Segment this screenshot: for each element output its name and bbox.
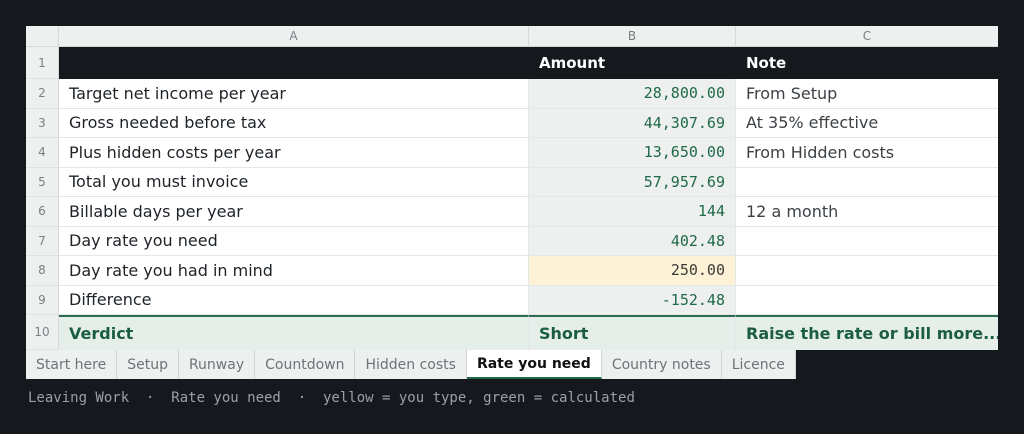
tab-runway[interactable]: Runway [178, 350, 256, 379]
row-number[interactable]: 6 [26, 197, 59, 227]
note-cell[interactable]: 12 a month [736, 197, 998, 227]
header-cell-a[interactable] [59, 47, 529, 79]
row-number[interactable]: 7 [26, 226, 59, 256]
status-caption: Leaving Work · Rate you need · yellow = … [28, 390, 635, 406]
tab-start-here[interactable]: Start here [26, 350, 118, 379]
note-cell[interactable] [736, 168, 998, 197]
note-cell[interactable]: From Setup [736, 79, 998, 109]
tab-setup[interactable]: Setup [117, 350, 179, 379]
select-all-corner[interactable] [26, 26, 59, 47]
input-amount-cell[interactable]: 250.00 [529, 256, 736, 286]
label-cell[interactable]: Gross needed before tax [59, 108, 529, 138]
row-number[interactable]: 2 [26, 79, 59, 109]
note-cell[interactable]: At 35% effective [736, 109, 998, 138]
row-number[interactable]: 9 [26, 285, 59, 315]
verdict-label-cell[interactable]: Verdict [59, 315, 529, 350]
calculated-amount-cell[interactable]: 28,800.00 [529, 79, 736, 109]
note-cell[interactable] [736, 227, 998, 256]
calculated-amount-cell[interactable]: 144 [529, 197, 736, 227]
label-cell[interactable]: Total you must invoice [59, 167, 529, 197]
row-number[interactable]: 1 [26, 47, 59, 79]
verdict-advice-cell[interactable]: Raise the rate or bill more... [736, 315, 998, 350]
note-cell[interactable] [736, 256, 998, 286]
header-cell-note[interactable]: Note [736, 47, 998, 79]
note-cell[interactable] [736, 286, 998, 315]
header-cell-amount[interactable]: Amount [529, 47, 736, 79]
tab-countdown[interactable]: Countdown [255, 350, 356, 379]
calculated-amount-cell[interactable]: 402.48 [529, 226, 736, 256]
calculated-amount-cell[interactable]: 57,957.69 [529, 167, 736, 197]
label-cell[interactable]: Plus hidden costs per year [59, 138, 529, 168]
calculated-amount-cell[interactable]: -152.48 [529, 285, 736, 315]
row-number[interactable]: 4 [26, 138, 59, 168]
verdict-result-cell[interactable]: Short [529, 315, 736, 350]
label-cell[interactable]: Billable days per year [59, 197, 529, 227]
spreadsheet-grid: A B C 1 Amount Note 2 Target net income … [26, 26, 998, 350]
calculated-amount-cell[interactable]: 44,307.69 [529, 108, 736, 138]
row-number[interactable]: 8 [26, 256, 59, 286]
column-header-c[interactable]: C [736, 26, 998, 47]
label-cell[interactable]: Day rate you need [59, 226, 529, 256]
tab-rate-you-need[interactable]: Rate you need [466, 350, 602, 379]
label-cell[interactable]: Difference [59, 285, 529, 315]
row-number[interactable]: 3 [26, 108, 59, 138]
column-header-a[interactable]: A [59, 26, 529, 47]
label-cell[interactable]: Target net income per year [59, 79, 529, 109]
sheet-tab-bar: Start here Setup Runway Countdown Hidden… [26, 350, 796, 379]
row-number[interactable]: 10 [26, 315, 59, 350]
tab-licence[interactable]: Licence [721, 350, 796, 379]
label-cell[interactable]: Day rate you had in mind [59, 256, 529, 286]
tab-hidden-costs[interactable]: Hidden costs [355, 350, 467, 379]
row-number[interactable]: 5 [26, 167, 59, 197]
note-cell[interactable]: From Hidden costs [736, 138, 998, 168]
calculated-amount-cell[interactable]: 13,650.00 [529, 138, 736, 168]
tab-country-notes[interactable]: Country notes [601, 350, 722, 379]
column-header-b[interactable]: B [529, 26, 736, 47]
